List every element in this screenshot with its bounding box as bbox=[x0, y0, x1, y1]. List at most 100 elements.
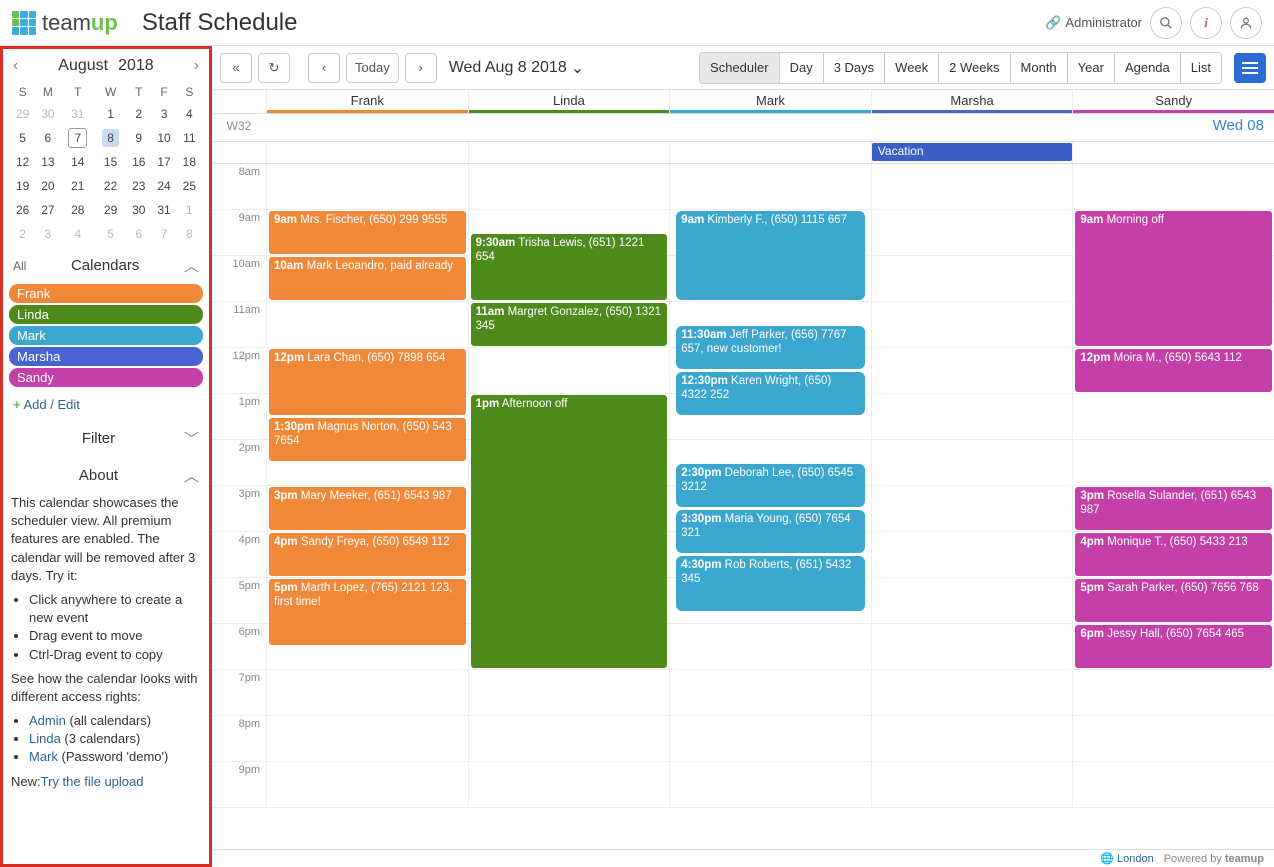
brand-logo[interactable]: teamup bbox=[12, 10, 118, 36]
day-column[interactable]: 9am Morning off12pm Moira M., (650) 5643… bbox=[1072, 164, 1274, 808]
mini-cal-day[interactable]: 31 bbox=[62, 103, 95, 125]
day-column[interactable] bbox=[871, 164, 1073, 808]
allday-cell[interactable] bbox=[468, 142, 670, 163]
mini-cal-day[interactable]: 18 bbox=[178, 151, 201, 173]
allday-cell[interactable]: Vacation bbox=[871, 142, 1073, 163]
view-3-days[interactable]: 3 Days bbox=[824, 53, 885, 83]
mini-cal-day[interactable]: 7 bbox=[152, 223, 175, 245]
access-link[interactable]: Admin bbox=[29, 713, 66, 728]
mini-cal-day[interactable]: 17 bbox=[152, 151, 175, 173]
mini-cal-day[interactable]: 1 bbox=[96, 103, 125, 125]
view-2-weeks[interactable]: 2 Weeks bbox=[939, 53, 1010, 83]
user-button[interactable] bbox=[1230, 7, 1262, 39]
event[interactable]: 4:30pm Rob Roberts, (651) 5432 345 bbox=[676, 556, 865, 611]
mini-cal-day[interactable]: 4 bbox=[62, 223, 95, 245]
allday-event[interactable]: Vacation bbox=[872, 143, 1073, 161]
day-column[interactable]: 9am Kimberly F., (650) 1115 667 11:30am J… bbox=[669, 164, 871, 808]
mini-cal-day[interactable]: 12 bbox=[11, 151, 34, 173]
info-button[interactable]: i bbox=[1190, 7, 1222, 39]
view-month[interactable]: Month bbox=[1011, 53, 1068, 83]
event[interactable]: 12:30pm Karen Wright, (650) 4322 252 bbox=[676, 372, 865, 415]
event[interactable]: 10am Mark Leoandro, paid already bbox=[269, 257, 466, 300]
mini-cal-day[interactable]: 14 bbox=[62, 151, 95, 173]
mini-cal-day[interactable]: 31 bbox=[152, 199, 175, 221]
mini-cal-day[interactable]: 29 bbox=[96, 199, 125, 221]
day-column[interactable]: 9am Mrs. Fischer, (650) 299 955510am Mar… bbox=[266, 164, 468, 808]
allday-cell[interactable] bbox=[669, 142, 871, 163]
mini-cal-day[interactable]: 2 bbox=[11, 223, 34, 245]
day-column[interactable]: 9:30am Trisha Lewis, (651) 1221 65411am … bbox=[468, 164, 670, 808]
event[interactable]: 12pm Lara Chan, (650) 7898 654 bbox=[269, 349, 466, 415]
event[interactable]: 4pm Monique T., (650) 5433 213 bbox=[1075, 533, 1272, 576]
mini-cal-day[interactable]: 5 bbox=[96, 223, 125, 245]
mini-cal-day[interactable]: 5 bbox=[11, 127, 34, 149]
mini-cal-day[interactable]: 15 bbox=[96, 151, 125, 173]
prev-button[interactable]: ‹ bbox=[308, 53, 340, 83]
mini-cal-day[interactable]: 3 bbox=[36, 223, 59, 245]
calendar-item[interactable]: Mark bbox=[9, 326, 203, 345]
mini-cal-day[interactable]: 1 bbox=[178, 199, 201, 221]
event[interactable]: 9:30am Trisha Lewis, (651) 1221 654 bbox=[471, 234, 668, 300]
calendar-item[interactable]: Linda bbox=[9, 305, 203, 324]
mini-cal-day[interactable]: 4 bbox=[178, 103, 201, 125]
calendar-item[interactable]: Frank bbox=[9, 284, 203, 303]
mini-month[interactable]: August bbox=[58, 57, 108, 74]
mini-cal-day[interactable]: 22 bbox=[96, 175, 125, 197]
filter-section-header[interactable]: Filter ﹀ bbox=[9, 420, 203, 457]
mini-cal-day[interactable]: 23 bbox=[127, 175, 150, 197]
mini-cal-day[interactable]: 27 bbox=[36, 199, 59, 221]
event[interactable]: 9am Kimberly F., (650) 1115 667 bbox=[676, 211, 865, 300]
search-button[interactable] bbox=[1150, 7, 1182, 39]
mini-cal-day[interactable]: 11 bbox=[178, 127, 201, 149]
admin-link[interactable]: 🔗 Administrator bbox=[1045, 15, 1142, 31]
mini-cal-day[interactable]: 10 bbox=[152, 127, 175, 149]
event[interactable]: 1:30pm Magnus Norton, (650) 543 7654 bbox=[269, 418, 466, 461]
event[interactable]: 9am Morning off bbox=[1075, 211, 1272, 346]
view-day[interactable]: Day bbox=[780, 53, 824, 83]
event[interactable]: 1pm Afternoon off bbox=[471, 395, 668, 668]
next-button[interactable]: › bbox=[405, 53, 437, 83]
mini-cal-day[interactable]: 20 bbox=[36, 175, 59, 197]
about-section-header[interactable]: About ︿ bbox=[9, 457, 203, 494]
mini-cal-day[interactable]: 24 bbox=[152, 175, 175, 197]
mini-cal-day[interactable]: 3 bbox=[152, 103, 175, 125]
event[interactable]: 6pm Jessy Hall, (650) 7654 465 bbox=[1075, 625, 1272, 668]
event[interactable]: 4pm Sandy Freya, (650) 6549 112 bbox=[269, 533, 466, 576]
calendar-item[interactable]: Marsha bbox=[9, 347, 203, 366]
column-header[interactable]: Frank bbox=[266, 90, 468, 113]
view-scheduler[interactable]: Scheduler bbox=[700, 53, 780, 83]
grid-scroll[interactable]: 8am9am10am11am12pm1pm2pm3pm4pm5pm6pm7pm8… bbox=[212, 164, 1274, 849]
mini-cal-day[interactable]: 2 bbox=[127, 103, 150, 125]
allday-cell[interactable] bbox=[266, 142, 468, 163]
next-month-button[interactable]: › bbox=[190, 57, 203, 75]
event[interactable]: 3pm Mary Meeker, (651) 6543 987 bbox=[269, 487, 466, 530]
access-link[interactable]: Linda bbox=[29, 731, 61, 746]
day-label[interactable]: Wed 08 bbox=[266, 114, 1274, 141]
mini-cal-day[interactable]: 29 bbox=[11, 103, 34, 125]
calendar-item[interactable]: Sandy bbox=[9, 368, 203, 387]
calendars-section-header[interactable]: All Calendars ︿ bbox=[9, 247, 203, 284]
all-link[interactable]: All bbox=[13, 259, 26, 273]
column-header[interactable]: Marsha bbox=[871, 90, 1073, 113]
mini-cal-day[interactable]: 8 bbox=[178, 223, 201, 245]
refresh-button[interactable]: ↻ bbox=[258, 53, 290, 83]
mini-cal-day[interactable]: 30 bbox=[36, 103, 59, 125]
mini-cal-day[interactable]: 28 bbox=[62, 199, 95, 221]
view-agenda[interactable]: Agenda bbox=[1115, 53, 1181, 83]
event[interactable]: 12pm Moira M., (650) 5643 112 bbox=[1075, 349, 1272, 392]
mini-cal-day[interactable]: 6 bbox=[127, 223, 150, 245]
mini-cal-day[interactable]: 8 bbox=[96, 127, 125, 149]
mini-cal-day[interactable]: 16 bbox=[127, 151, 150, 173]
event[interactable]: 2:30pm Deborah Lee, (650) 6545 3212 bbox=[676, 464, 865, 507]
mini-cal-day[interactable]: 19 bbox=[11, 175, 34, 197]
event[interactable]: 5pm Marth Lopez, (765) 2121 123, first t… bbox=[269, 579, 466, 645]
column-header[interactable]: Mark bbox=[669, 90, 871, 113]
event[interactable]: 9am Mrs. Fischer, (650) 299 9555 bbox=[269, 211, 466, 254]
mini-cal-day[interactable]: 26 bbox=[11, 199, 34, 221]
mini-cal-day[interactable]: 6 bbox=[36, 127, 59, 149]
event[interactable]: 11:30am Jeff Parker, (656) 7767 657, new… bbox=[676, 326, 865, 369]
date-picker[interactable]: Wed Aug 8 2018 ⌄ bbox=[449, 58, 584, 78]
event[interactable]: 5pm Sarah Parker, (650) 7656 768 bbox=[1075, 579, 1272, 622]
prev-month-button[interactable]: ‹ bbox=[9, 57, 22, 75]
collapse-sidebar-button[interactable]: « bbox=[220, 53, 252, 83]
